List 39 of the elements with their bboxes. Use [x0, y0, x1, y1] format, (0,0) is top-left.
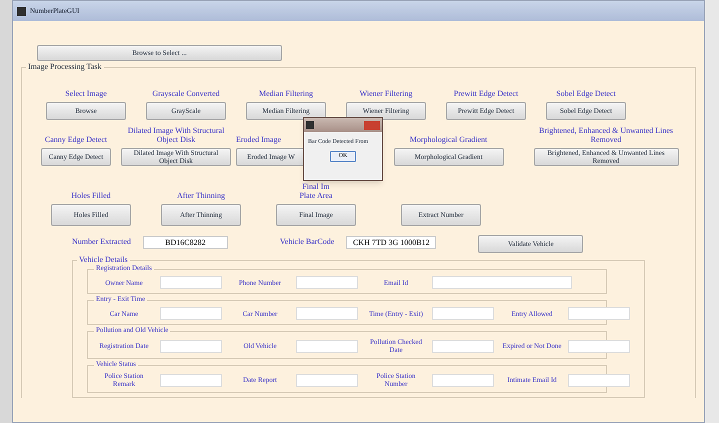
step-label: Final Im	[302, 182, 330, 191]
number-field[interactable]: BD16C8282	[142, 236, 228, 248]
step-label: Holes Filled	[71, 191, 111, 200]
input-field[interactable]	[160, 340, 222, 352]
input-field[interactable]	[296, 307, 358, 320]
input-field[interactable]	[432, 374, 494, 386]
step-label: Grayscale Converted	[152, 89, 220, 98]
input-field[interactable]	[160, 374, 222, 386]
input-field[interactable]	[568, 374, 630, 386]
input-field[interactable]	[568, 340, 630, 352]
step-label: Select Image	[65, 89, 107, 98]
step-label: Plate Area	[299, 191, 333, 200]
field-label: Number Extracted	[72, 236, 131, 248]
step-label: Dilated Image With Structural Object Disk	[126, 126, 226, 144]
step-label: Morphological Gradient	[410, 135, 488, 144]
step-label: Brightened, Enhanced & Unwanted Lines Removed	[538, 126, 674, 144]
field-label: Vehicle BarCode	[280, 236, 334, 248]
step-label: After Thinning	[176, 191, 226, 200]
input-field[interactable]	[568, 307, 630, 320]
input-field[interactable]	[432, 340, 494, 352]
group-title: Vehicle Details	[77, 255, 130, 264]
barcode-field[interactable]: CKH 7TD 3G 1000B12	[346, 236, 436, 248]
input-field[interactable]	[296, 340, 358, 352]
panel-title: Image Processing Task	[26, 62, 104, 71]
close-icon[interactable]	[364, 120, 380, 130]
app-icon	[17, 6, 26, 16]
app-icon	[306, 121, 314, 129]
step-label: Wiener Filtering	[360, 89, 412, 98]
step-label: Canny Edge Detect	[44, 135, 108, 144]
input-field[interactable]	[296, 374, 358, 386]
input-field[interactable]	[160, 307, 222, 320]
step-label: Eroded Image	[236, 135, 282, 144]
input-field[interactable]	[296, 276, 358, 289]
input-field[interactable]	[432, 307, 494, 320]
input-field[interactable]	[160, 276, 222, 289]
step-label: Sobel Edge Detect	[556, 89, 616, 98]
step-label: Median Filtering	[259, 89, 313, 98]
input-field[interactable]	[432, 276, 572, 289]
step-label: Prewitt Edge Detect	[454, 89, 518, 98]
